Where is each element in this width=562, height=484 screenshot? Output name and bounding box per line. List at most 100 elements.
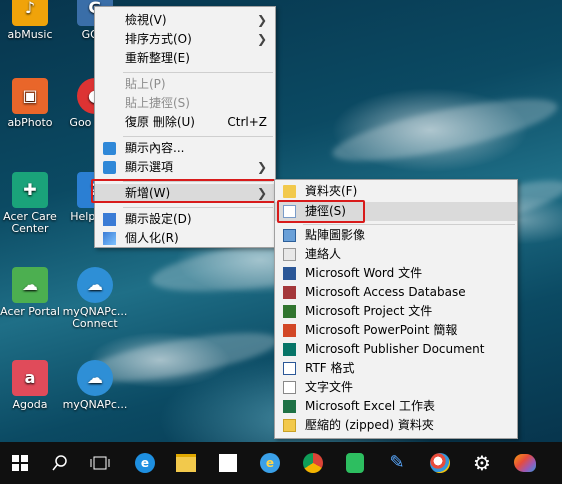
photo-icon: ▣: [12, 78, 48, 114]
wallpaper-wave: [328, 86, 562, 174]
highlight-box-shortcut: [277, 200, 365, 223]
menu-item-sort-by[interactable]: 排序方式(O) ❯: [95, 30, 275, 49]
app-icon: ✎: [389, 452, 405, 473]
menu-item-label: 復原 刪除(U): [125, 115, 195, 129]
display-options-icon: [103, 161, 116, 174]
menu-item-view[interactable]: 檢視(V) ❯: [95, 11, 275, 30]
access-icon: [283, 286, 296, 299]
taskbar-app[interactable]: ✎: [377, 442, 417, 484]
menu-item-label: 貼上捷徑(S): [125, 96, 190, 110]
menu-item-label: 顯示選項: [125, 160, 174, 174]
taskbar-paint[interactable]: [420, 442, 460, 484]
task-view-icon: [90, 456, 110, 470]
menu-item-personalize[interactable]: 個人化(R): [95, 229, 275, 248]
desktop-icon-label: myQNAPc...: [62, 398, 128, 411]
monitor-icon: [103, 213, 116, 226]
submenu-item-label: Microsoft Word 文件: [305, 266, 423, 280]
highlight-box-new: [91, 179, 276, 203]
music-icon: ♪: [12, 0, 48, 26]
menu-separator: [123, 136, 273, 137]
taskbar-store[interactable]: [208, 442, 248, 484]
submenu-item-label: Microsoft Access Database: [305, 285, 466, 299]
submenu-item-folder[interactable]: 資料夾(F): [275, 182, 517, 201]
rtf-icon: [283, 362, 296, 375]
excel-icon: [283, 400, 296, 413]
publisher-icon: [283, 343, 296, 356]
start-button[interactable]: [0, 442, 40, 484]
desktop-icon-abphoto[interactable]: ▣ abPhoto: [0, 78, 65, 129]
menu-item-paste-shortcut[interactable]: 貼上捷徑(S): [95, 94, 275, 113]
settings-icon: ⚙: [473, 451, 491, 475]
menu-separator: [303, 224, 515, 225]
submenu-item-contact[interactable]: 連絡人: [275, 245, 517, 264]
desktop-icon-label: abPhoto: [7, 116, 53, 129]
powerpoint-icon: [283, 324, 296, 337]
paint-icon: [430, 453, 450, 473]
menu-item-display-options[interactable]: 顯示選項 ❯: [95, 158, 275, 177]
acer-care-icon: ✚: [12, 172, 48, 208]
submenu-item-access[interactable]: Microsoft Access Database: [275, 283, 517, 302]
palette-icon: [514, 454, 536, 472]
search-button[interactable]: [40, 442, 80, 484]
submenu-item-label: Microsoft Project 文件: [305, 304, 433, 318]
submenu-item-label: Microsoft PowerPoint 簡報: [305, 323, 458, 337]
desktop-icon-label: Acer Portal: [0, 305, 60, 318]
desktop-icon-acer-care-center[interactable]: ✚ Acer Care Center: [0, 172, 65, 235]
menu-item-paste[interactable]: 貼上(P): [95, 75, 275, 94]
submenu-item-zip[interactable]: 壓縮的 (zipped) 資料夾: [275, 416, 517, 435]
taskbar-file-explorer[interactable]: [166, 442, 206, 484]
desktop-icon-label: abMusic: [7, 28, 53, 41]
desktop-icon-myqnapcloud[interactable]: ☁ myQNAPc...: [60, 360, 130, 411]
zip-folder-icon: [283, 419, 296, 432]
contact-icon: [283, 248, 296, 261]
submenu-item-label: 點陣圖影像: [305, 228, 366, 242]
edge-icon: e: [135, 453, 155, 473]
taskbar-palette[interactable]: [505, 442, 545, 484]
taskbar-edge[interactable]: e: [125, 442, 165, 484]
desktop-icon-label: Agoda: [12, 398, 48, 411]
store-icon: [219, 454, 237, 472]
desktop-icon-acer-portal[interactable]: ☁ Acer Portal: [0, 267, 65, 318]
folder-icon: [283, 185, 296, 198]
project-icon: [283, 305, 296, 318]
menu-item-undo-delete[interactable]: 復原 刪除(U) Ctrl+Z: [95, 113, 275, 132]
submenu-item-publisher[interactable]: Microsoft Publisher Document: [275, 340, 517, 359]
submenu-item-label: 資料夾(F): [305, 184, 358, 198]
chevron-right-icon: ❯: [256, 160, 267, 174]
taskbar-evernote[interactable]: [335, 442, 375, 484]
taskbar-chrome[interactable]: [293, 442, 333, 484]
submenu-item-excel[interactable]: Microsoft Excel 工作表: [275, 397, 517, 416]
taskbar-settings[interactable]: ⚙: [462, 442, 502, 484]
submenu-item-label: 文字文件: [305, 380, 354, 394]
ie-icon: e: [260, 453, 280, 473]
submenu-item-label: Microsoft Excel 工作表: [305, 399, 436, 413]
submenu-item-text[interactable]: 文字文件: [275, 378, 517, 397]
text-file-icon: [283, 381, 296, 394]
taskbar: e e ✎ ⚙: [0, 442, 562, 484]
submenu-item-word[interactable]: Microsoft Word 文件: [275, 264, 517, 283]
menu-item-label: 檢視(V): [125, 13, 167, 27]
qnap-cloud-icon: ☁: [77, 267, 113, 303]
submenu-item-bitmap[interactable]: 點陣圖影像: [275, 226, 517, 245]
submenu-item-powerpoint[interactable]: Microsoft PowerPoint 簡報: [275, 321, 517, 340]
menu-item-refresh[interactable]: 重新整理(E): [95, 49, 275, 68]
desktop-icon-agoda[interactable]: a Agoda: [0, 360, 65, 411]
taskbar-ie[interactable]: e: [250, 442, 290, 484]
menu-item-display-content[interactable]: 顯示內容...: [95, 139, 275, 158]
menu-item-label: 個人化(R): [125, 231, 179, 245]
file-explorer-icon: [176, 454, 196, 472]
desktop-icon-abmusic[interactable]: ♪ abMusic: [0, 0, 65, 41]
chrome-icon: [303, 453, 323, 473]
submenu-item-label: 壓縮的 (zipped) 資料夾: [305, 418, 434, 432]
menu-item-display-settings[interactable]: 顯示設定(D): [95, 210, 275, 229]
search-icon: [52, 455, 67, 471]
cloud-icon: ☁: [12, 267, 48, 303]
agoda-icon: a: [12, 360, 48, 396]
desktop-icon-myqnapcloud-connect[interactable]: ☁ myQNAPc... Connect: [60, 267, 130, 330]
submenu-item-label: RTF 格式: [305, 361, 355, 375]
task-view-button[interactable]: [80, 442, 120, 484]
desktop-icon-label: myQNAPc... Connect: [62, 305, 128, 330]
submenu-item-project[interactable]: Microsoft Project 文件: [275, 302, 517, 321]
submenu-item-rtf[interactable]: RTF 格式: [275, 359, 517, 378]
bitmap-icon: [283, 229, 296, 242]
